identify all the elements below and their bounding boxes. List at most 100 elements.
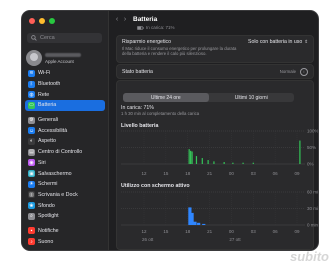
battery-x-tick-label: 03: [251, 171, 257, 176]
wallpaper-icon: ❀: [28, 202, 35, 210]
sidebar-item-batteria[interactable]: ▭ Batteria: [25, 100, 105, 111]
sidebar-item-spotlight[interactable]: ⌕ Spotlight: [25, 211, 105, 222]
sidebar-item-centro-di-controllo[interactable]: ▤ Centro di Controllo: [25, 147, 105, 158]
account-row[interactable]: Apple Account: [26, 48, 106, 68]
wifi-icon: ≋: [28, 69, 35, 77]
bluetooth-icon: ᛒ: [28, 80, 35, 88]
search-placeholder: Cerca: [40, 35, 55, 41]
battery-level-bar: [213, 161, 215, 164]
battery-x-tick-label: 15: [163, 171, 169, 176]
spotlight-icon: ⌕: [28, 212, 35, 220]
sidebar-item-label: Wi-Fi: [38, 70, 51, 77]
battery-level-bar: [201, 158, 203, 164]
avatar: [26, 50, 42, 66]
battery-y-tick-label: 100%: [307, 129, 318, 134]
battery-x-tick-label: 18: [185, 171, 191, 176]
zoom-button[interactable]: [49, 18, 55, 24]
battery-x-tick-label: 00: [229, 171, 235, 176]
notifications-icon: ▪: [28, 227, 35, 235]
battery-level-bar: [252, 162, 254, 164]
screen-x-tick-label: 09: [294, 229, 300, 234]
sidebar-item-label: Sfondo: [38, 202, 55, 209]
battery-y-tick-label: 50%: [307, 145, 316, 150]
sidebar-item-label: Accessibilità: [38, 127, 68, 134]
screen-x-tick-label: 12: [141, 229, 147, 234]
search-field[interactable]: Cerca: [27, 33, 102, 43]
battery-x-tick-label: 09: [294, 171, 300, 176]
screen-x-tick-label: 18: [185, 229, 191, 234]
sidebar: Cerca Apple Account ≋ Wi-Fi ᛒ Bluetooth ◍ Ret…: [22, 11, 109, 250]
sidebar-item-label: Batteria: [38, 102, 57, 109]
main-panel: ‹ › Batteria In carica: 71% Risparmio en…: [109, 11, 318, 250]
battery-level-bar: [188, 149, 190, 164]
battery-x-tick-label: 06: [273, 171, 279, 176]
sidebar-item-label: Salvaschermo: [38, 170, 72, 177]
battery-x-tick-label: 21: [207, 171, 213, 176]
screen-x-tick-label: 03: [251, 229, 257, 234]
screen-usage-bar: [197, 222, 201, 225]
screen-usage-bar: [202, 223, 206, 225]
screen-usage-bar: [190, 212, 194, 225]
gear-icon: ⚙: [28, 116, 35, 124]
screen-x-tick-label: 15: [163, 229, 169, 234]
sidebar-item-scrivania-e-dock[interactable]: ▥ Scrivania e Dock: [25, 190, 105, 201]
screen-usage-bar: [193, 221, 197, 225]
sidebar-item-salvaschermo[interactable]: ▣ Salvaschermo: [25, 168, 105, 179]
displays-icon: ☀: [28, 180, 35, 188]
account-subtitle: Apple Account: [45, 58, 74, 64]
battery-level-bar: [190, 150, 192, 164]
sidebar-item-wi-fi[interactable]: ≋ Wi-Fi: [25, 68, 105, 79]
sidebar-item-siri[interactable]: ◉ Siri: [25, 158, 105, 169]
screen-x-tick-label: 21: [207, 229, 213, 234]
control-center-icon: ▤: [28, 148, 35, 156]
battery-level-bar: [232, 162, 234, 164]
account-name-redacted: [45, 52, 81, 57]
search-icon: [29, 33, 39, 43]
sidebar-item-bluetooth[interactable]: ᛒ Bluetooth: [25, 79, 105, 90]
settings-window: Cerca Apple Account ≋ Wi-Fi ᛒ Bluetooth ◍ Ret…: [22, 11, 318, 250]
network-icon: ◍: [28, 91, 35, 99]
battery-level-bar: [299, 140, 301, 164]
sidebar-item-rete[interactable]: ◍ Rete: [25, 89, 105, 100]
battery-x-tick-label: 12: [141, 171, 147, 176]
sidebar-nav: ≋ Wi-Fi ᛒ Bluetooth ◍ Rete ▭ Batteria ⚙ Generali ☺…: [25, 68, 105, 247]
screen-date-label: 27 ott: [229, 237, 241, 242]
screen-date-label: 26 ott: [142, 237, 154, 242]
battery-level-bar: [242, 162, 244, 164]
sound-icon: ♪: [28, 238, 35, 246]
screen-x-tick-label: 06: [273, 229, 279, 234]
sidebar-item-label: Scrivania e Dock: [38, 191, 78, 198]
screen-y-tick-label: 60 min: [307, 190, 318, 195]
sidebar-item-label: Rete: [38, 91, 50, 98]
sidebar-item-accessibilità[interactable]: ☺ Accessibilità: [25, 125, 105, 136]
accessibility-icon: ☺: [28, 127, 35, 135]
sidebar-item-generali[interactable]: ⚙ Generali: [25, 115, 105, 126]
window-controls: [29, 18, 55, 24]
battery-y-tick-label: 0%: [307, 162, 314, 167]
sidebar-item-label: Generali: [38, 117, 59, 124]
sidebar-item-label: Aspetto: [38, 138, 56, 145]
siri-icon: ◉: [28, 159, 35, 167]
sidebar-item-label: Centro di Controllo: [38, 149, 83, 156]
usage-charts: 100% 50% 0% 12 15 18 21 00 03 06 09 60 min 30 min 0 m…: [121, 129, 318, 242]
minimize-button[interactable]: [39, 18, 45, 24]
screen-y-tick-label: 30 min: [307, 206, 318, 211]
battery-level-bar: [207, 160, 209, 164]
sidebar-item-aspetto[interactable]: ◐ Aspetto: [25, 136, 105, 147]
appearance-icon: ◐: [28, 137, 35, 145]
battery-level-bar: [191, 151, 193, 164]
sidebar-item-notifiche[interactable]: ▪ Notifiche: [25, 226, 105, 237]
screensaver-icon: ▣: [28, 170, 35, 178]
close-button[interactable]: [29, 18, 35, 24]
sidebar-item-label: Schermi: [38, 181, 58, 188]
sidebar-item-suono[interactable]: ♪ Suono: [25, 236, 105, 247]
sidebar-item-sfondo[interactable]: ❀ Sfondo: [25, 200, 105, 211]
battery-icon: ▭: [28, 101, 35, 109]
subito-watermark-logo: subito: [290, 249, 329, 264]
sidebar-item-label: Suono: [38, 238, 54, 245]
sidebar-item-schermi[interactable]: ☀ Schermi: [25, 179, 105, 190]
sidebar-item-label: Siri: [38, 159, 46, 166]
screen-y-tick-label: 0 min: [307, 223, 318, 228]
sidebar-item-label: Spotlight: [38, 213, 59, 220]
screen-x-tick-label: 00: [229, 229, 235, 234]
